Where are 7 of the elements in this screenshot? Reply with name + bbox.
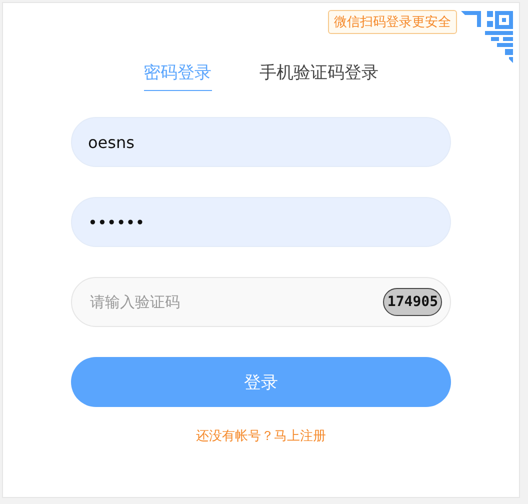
captcha-field[interactable]: 请输入验证码 174905 <box>71 277 451 327</box>
qr-code-icon[interactable] <box>459 9 515 65</box>
password-field[interactable]: •••••• <box>71 197 451 247</box>
login-tab[interactable]: 手机验证码登录 <box>260 61 378 91</box>
username-field[interactable]: oesns <box>71 117 451 167</box>
qr-hint-tooltip: 微信扫码登录更安全 <box>328 10 457 34</box>
captcha-image[interactable]: 174905 <box>383 288 442 316</box>
